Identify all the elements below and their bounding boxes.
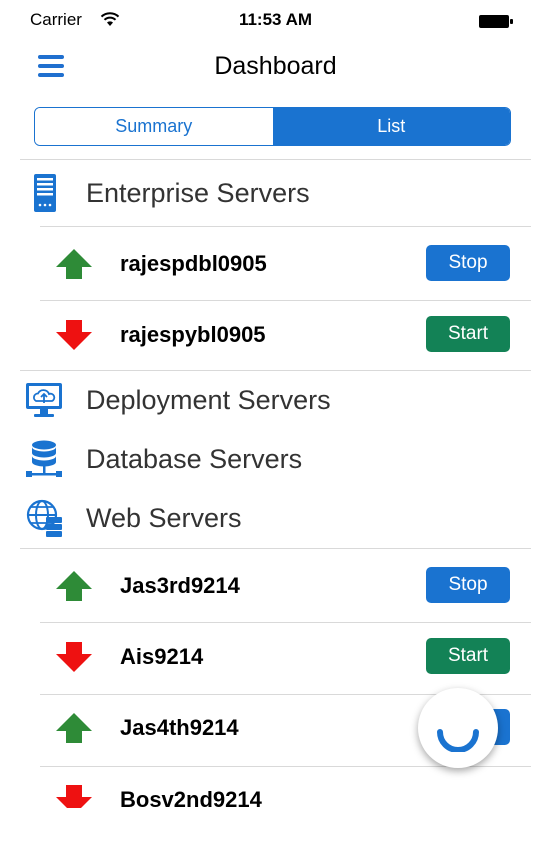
server-name: Ais9214 [120, 644, 204, 669]
server-icon [34, 174, 56, 212]
section-database-servers[interactable]: Database Servers [20, 430, 531, 488]
server-name: rajespybl0905 [120, 322, 266, 347]
battery-icon [479, 15, 513, 28]
section-label: Web Servers [86, 503, 242, 533]
section-deployment-servers[interactable]: Deployment Servers [20, 371, 531, 429]
up-arrow-icon [56, 713, 92, 743]
database-icon [26, 440, 62, 477]
stop-button[interactable]: Stop [426, 567, 510, 603]
server-row: Ais9214 Start [20, 621, 531, 693]
view-segmented-control: Summary List [34, 107, 511, 146]
cloud-monitor-icon [26, 383, 62, 417]
section-label: Enterprise Servers [86, 178, 310, 208]
row-divider [20, 548, 531, 549]
status-bar: Carrier 11:53 AM [20, 0, 531, 40]
section-enterprise-servers[interactable]: Enterprise Servers [20, 164, 531, 222]
up-arrow-icon [56, 571, 92, 601]
down-arrow-icon [56, 320, 92, 350]
down-arrow-icon [56, 642, 92, 672]
bottom-clip [20, 808, 531, 849]
server-name: Jas3rd9214 [120, 573, 240, 598]
floating-action-button[interactable] [418, 688, 498, 768]
server-row: rajespybl0905 Start [20, 299, 531, 371]
section-label: Database Servers [86, 444, 303, 474]
page-title: Dashboard [214, 52, 337, 80]
server-name: rajespdbl0905 [120, 251, 267, 276]
header-divider [20, 159, 531, 160]
server-name: Jas4th9214 [120, 715, 239, 740]
server-row: rajespdbl0905 Stop [20, 228, 531, 300]
tab-summary[interactable]: Summary [35, 108, 273, 145]
start-button[interactable]: Start [426, 316, 510, 352]
phone-screen: Carrier 11:53 AM Dashboard Summary List … [20, 0, 531, 849]
loading-spinner-icon [437, 729, 479, 752]
section-web-servers[interactable]: Web Servers [20, 489, 531, 547]
section-label: Deployment Servers [86, 385, 331, 415]
status-time: 11:53 AM [238, 10, 313, 29]
globe-server-icon [26, 499, 62, 537]
start-button[interactable]: Start [426, 638, 510, 674]
stop-button[interactable]: Stop [426, 245, 510, 281]
up-arrow-icon [56, 249, 92, 279]
server-row: Jas3rd9214 Stop [20, 550, 531, 622]
tab-list[interactable]: List [272, 108, 510, 145]
row-divider [40, 226, 531, 227]
